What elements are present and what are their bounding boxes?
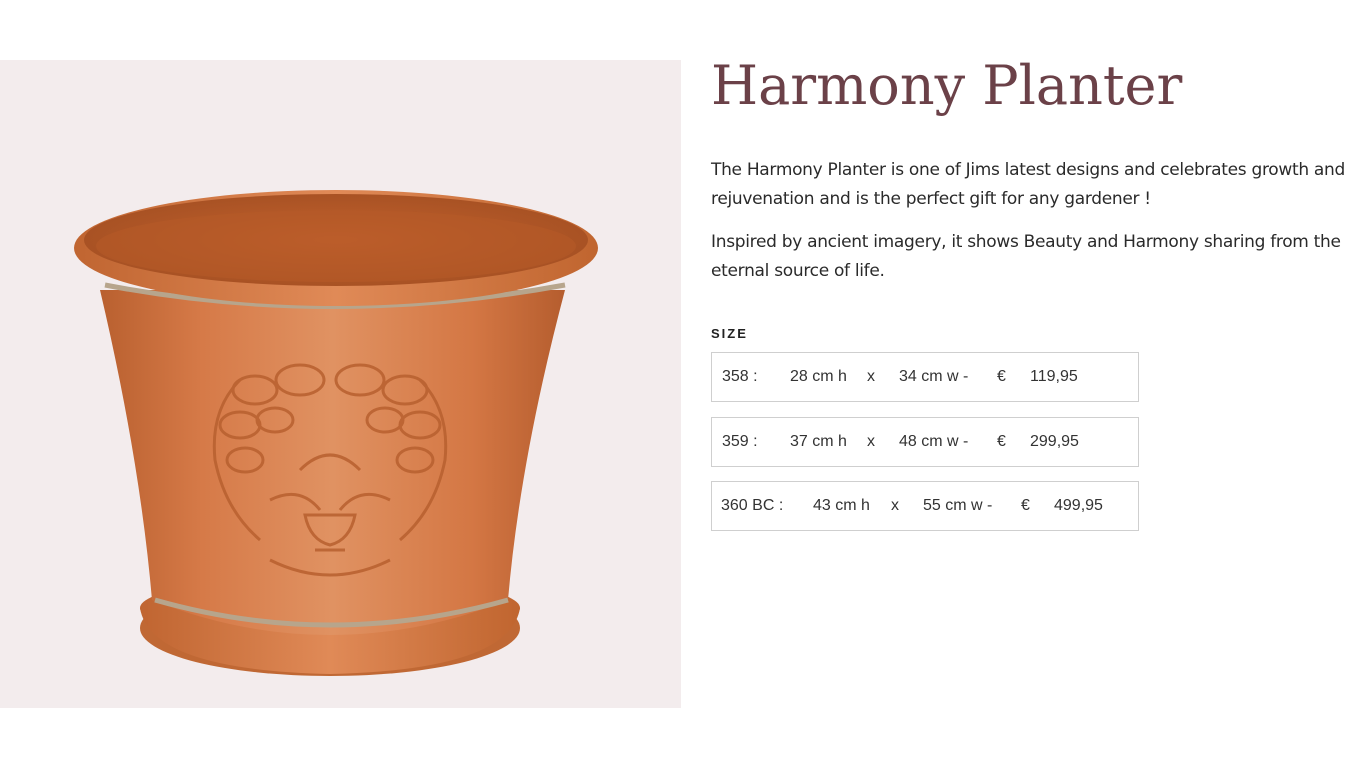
- product-description-secondary: Inspired by ancient imagery, it shows Be…: [711, 232, 1341, 281]
- page-title: Harmony Planter: [711, 54, 1183, 117]
- product-page: Harmony Planter The Harmony Planter is o…: [0, 0, 1366, 768]
- size-width: 55 cm w -: [923, 497, 993, 514]
- size-height: 43 cm h: [813, 497, 870, 514]
- product-image: [0, 60, 681, 708]
- size-code: 359 :: [722, 433, 758, 450]
- size-option-359[interactable]: 359 : 37 cm h x 48 cm w - € 299,95: [711, 417, 1139, 467]
- size-currency: €: [997, 433, 1006, 450]
- size-price: 499,95: [1054, 497, 1103, 514]
- size-currency: €: [1021, 497, 1030, 514]
- terracotta-planter-icon: [74, 190, 598, 676]
- size-width: 48 cm w -: [899, 433, 969, 450]
- size-option-358[interactable]: 358 : 28 cm h x 34 cm w - € 119,95: [711, 352, 1139, 402]
- size-price: 299,95: [1030, 433, 1079, 450]
- size-height: 37 cm h: [790, 433, 847, 450]
- size-times: x: [867, 368, 875, 385]
- size-times: x: [891, 497, 899, 514]
- size-code: 358 :: [722, 368, 758, 385]
- size-option-360bc[interactable]: 360 BC : 43 cm h x 55 cm w - € 499,95: [711, 481, 1139, 531]
- size-price: 119,95: [1030, 368, 1078, 385]
- size-code: 360 BC :: [721, 497, 784, 514]
- size-times: x: [867, 433, 875, 450]
- product-description: The Harmony Planter is one of Jims lates…: [711, 160, 1346, 209]
- size-height: 28 cm h: [790, 368, 847, 385]
- size-label: SIZE: [711, 326, 748, 341]
- size-currency: €: [997, 368, 1006, 385]
- size-width: 34 cm w -: [899, 368, 969, 385]
